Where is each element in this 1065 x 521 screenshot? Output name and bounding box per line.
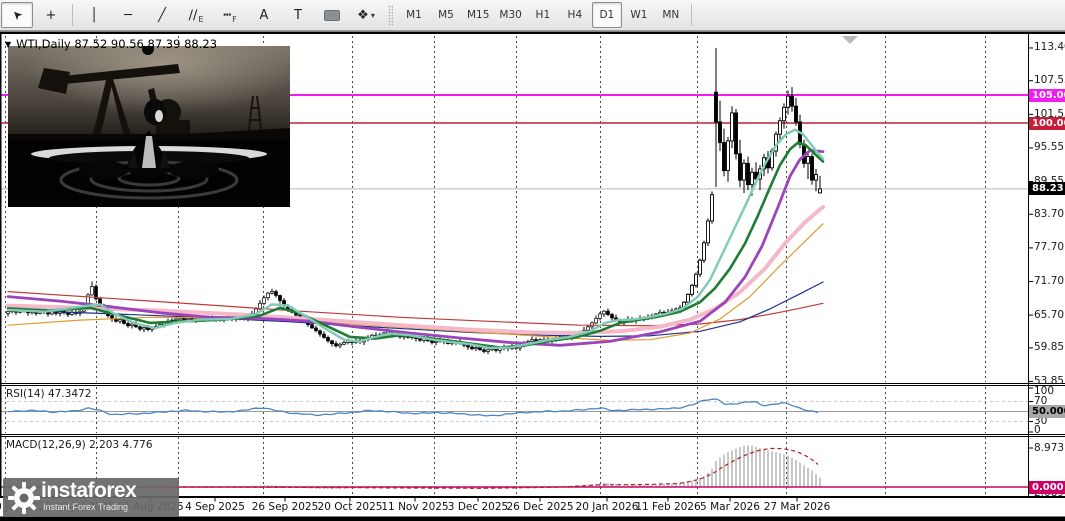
rsi-indicator-label: RSI(14) 47.3472	[6, 388, 92, 400]
trendline-tool[interactable]: ╱	[146, 2, 178, 28]
toolbar-grip[interactable]	[388, 5, 393, 25]
crosshair-tool[interactable]: +	[35, 2, 67, 28]
mt4-window: ➤ + │ ─ ╱ ∕∕ E ┅ F A T ❖ ▾ M1 M5 M15 M30 H1 H4 D1 W1 MN ▼ WT…	[0, 0, 1065, 521]
price-shift-marker[interactable]	[842, 36, 858, 44]
date-label: 20 Oct 2025	[317, 501, 383, 513]
date-label: 4 Sep 2025	[185, 501, 245, 513]
chart-title: ▼ WTI,Daily 87.52 90.56 87.39 88.23	[5, 37, 217, 51]
arrows-tool[interactable]: ❖ ▾	[350, 2, 382, 28]
date-label: 3 Dec 2025	[447, 501, 509, 513]
vertical-line-tool[interactable]: │	[78, 2, 110, 28]
oil-pump-photo	[8, 43, 290, 207]
date-label: 26 Sep 2025	[251, 501, 319, 513]
date-label: 11 Feb 2026	[635, 501, 701, 513]
timeframe-M30[interactable]: M30	[495, 2, 525, 28]
brand-name: instaforex	[41, 479, 137, 502]
timeframe-MN[interactable]: MN	[656, 2, 686, 28]
toolbar-separator	[72, 4, 73, 26]
ma-orange	[7, 223, 824, 341]
timeframe-M5[interactable]: M5	[431, 2, 461, 28]
drawing-tools-group: ➤ + │ ─ ╱ ∕∕ E ┅ F A T ❖ ▾	[0, 0, 383, 30]
price-level-badge-100.00: 100.00	[1029, 116, 1065, 130]
date-label: 11 Nov 2025	[381, 501, 449, 513]
equidistant-channel-tool[interactable]: ∕∕ E	[180, 2, 212, 28]
toolbar-separator	[690, 4, 692, 26]
price-tick-113.40: 113.40	[1034, 41, 1065, 54]
price-tick-71.70: 71.70	[1034, 274, 1065, 287]
brand-tagline: Instant Forex Trading	[43, 502, 129, 512]
horizontal-line-tool[interactable]: ─	[112, 2, 144, 28]
text-tool[interactable]: A	[248, 2, 280, 28]
macd-indicator-label: MACD(12,26,9) 2.203 4.776	[6, 439, 153, 451]
price-tick-59.85: 59.85	[1034, 341, 1065, 354]
timeframe-H1[interactable]: H1	[528, 2, 558, 28]
toolbar: ➤ + │ ─ ╱ ∕∕ E ┅ F A T ❖ ▾ M1 M5 M15 M30 H1 H4 D1 W1 MN	[0, 0, 1065, 30]
price-tick-107.55: 107.55	[1034, 74, 1065, 87]
price-tick-77.70: 77.70	[1034, 241, 1065, 254]
rectangle-tool[interactable]	[316, 2, 348, 28]
rsi-50-badge: 50.0000	[1029, 405, 1065, 418]
price-tick-83.70: 83.70	[1034, 207, 1065, 220]
fibonacci-retracement-tool[interactable]: ┅ F	[214, 2, 246, 28]
date-label: 27 Mar 2026	[763, 501, 831, 513]
price-tick-65.70: 65.70	[1034, 308, 1065, 321]
cursor-tool[interactable]: ➤	[1, 2, 33, 28]
price-level-badge-105.00: 105.00	[1029, 88, 1065, 102]
rsi-tick-0: 0	[1034, 423, 1041, 436]
text-label-tool[interactable]: T	[282, 2, 314, 28]
gear-logo-icon	[8, 482, 40, 514]
timeframe-M1[interactable]: M1	[399, 2, 429, 28]
date-label: 20 Jan 2026	[575, 501, 639, 513]
price-tick-95.55: 95.55	[1034, 141, 1065, 154]
oil-drop	[144, 99, 166, 125]
timeframe-M15[interactable]: M15	[463, 2, 493, 28]
symbol-ohlc-text: WTI,Daily 87.52 90.56 87.39 88.23	[16, 37, 218, 51]
date-label: 5 Mar 2026	[700, 501, 760, 513]
timeframe-W1[interactable]: W1	[624, 2, 654, 28]
symbol-dropdown-icon[interactable]: ▼	[5, 40, 11, 49]
instaforex-watermark: instaforex Instant Forex Trading	[3, 478, 179, 517]
macd-max-tick: 8.973	[1034, 441, 1065, 454]
timeframe-group: M1 M5 M15 M30 H1 H4 D1 W1 MN	[398, 0, 687, 30]
timeframe-D1[interactable]: D1	[591, 2, 622, 28]
timeframe-H4[interactable]: H4	[560, 2, 590, 28]
date-label: 26 Dec 2025	[506, 501, 574, 513]
macd-zero-badge: 0.000	[1029, 480, 1065, 494]
current-price-badge: 88.23	[1029, 182, 1065, 196]
